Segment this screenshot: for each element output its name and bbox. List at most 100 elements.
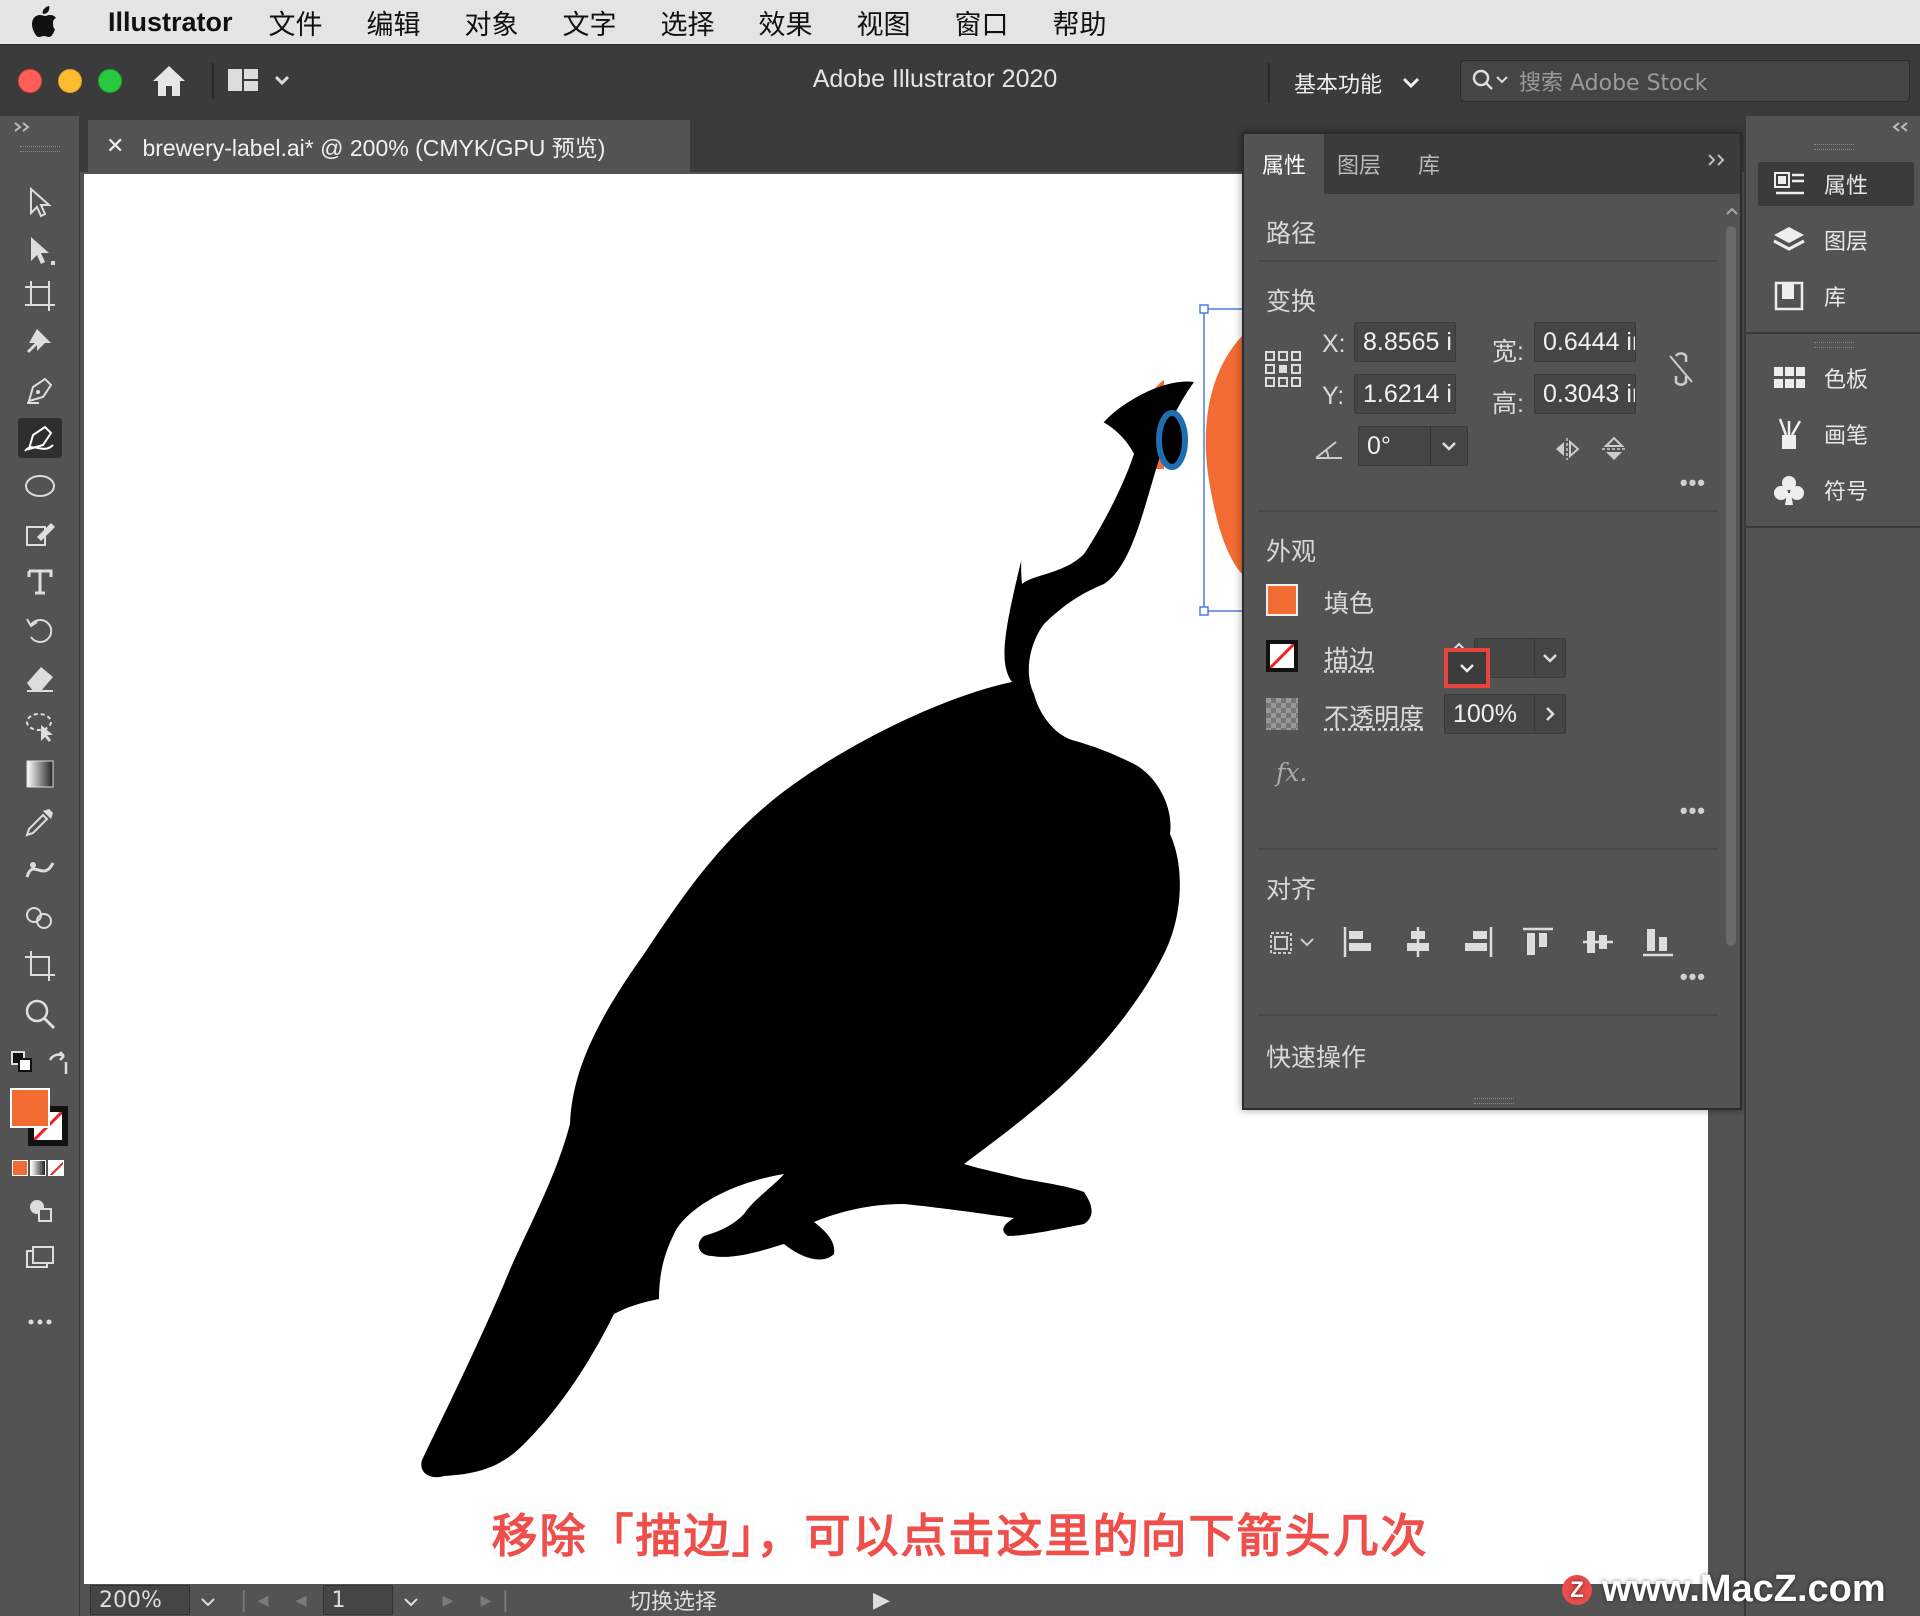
pen-tool[interactable] xyxy=(18,370,62,410)
menu-select[interactable]: 选择 xyxy=(661,3,715,42)
swap-colors-icon[interactable] xyxy=(46,1050,72,1076)
workspace-switcher[interactable]: 基本功能 xyxy=(1268,63,1442,103)
align-to-dropdown[interactable] xyxy=(1264,922,1322,962)
rotate-tool[interactable] xyxy=(18,610,62,650)
eraser-tool[interactable] xyxy=(18,658,62,698)
align-top-button[interactable] xyxy=(1518,922,1558,962)
align-more-options[interactable]: ••• xyxy=(1680,964,1706,990)
dock-brushes[interactable]: 画笔 xyxy=(1758,412,1914,456)
color-mode-icon[interactable] xyxy=(12,1160,28,1176)
menu-view[interactable]: 视图 xyxy=(857,3,911,42)
artboard-dropdown[interactable] xyxy=(393,1588,429,1613)
opacity-label[interactable]: 不透明度 xyxy=(1324,698,1424,734)
fill-swatch[interactable] xyxy=(1266,584,1298,616)
search-input[interactable]: 搜索 Adobe Stock xyxy=(1519,65,1707,97)
screen-mode-button[interactable] xyxy=(18,1238,62,1278)
stroke-swatch[interactable] xyxy=(1266,640,1298,672)
dock-libraries[interactable]: 库 xyxy=(1758,274,1914,318)
reference-point-icon[interactable] xyxy=(1264,350,1302,388)
align-bottom-button[interactable] xyxy=(1638,922,1678,962)
apple-icon[interactable] xyxy=(30,6,84,38)
zoom-level-field[interactable]: 200% xyxy=(90,1585,190,1615)
free-transform-tool[interactable] xyxy=(18,706,62,746)
artboard-tool[interactable] xyxy=(18,276,62,316)
fill-label[interactable]: 填色 xyxy=(1324,584,1374,620)
constrain-proportions-icon[interactable] xyxy=(1666,352,1696,386)
adobe-stock-search[interactable]: 搜索 Adobe Stock xyxy=(1460,60,1910,102)
tab-layers[interactable]: 图层 xyxy=(1324,134,1394,194)
align-vertical-center-button[interactable] xyxy=(1578,922,1618,962)
fill-color-swatch[interactable] xyxy=(10,1088,50,1128)
puppet-warp-tool[interactable] xyxy=(18,322,62,362)
opacity-slider-button[interactable] xyxy=(1534,694,1566,734)
eyedropper-tool[interactable] xyxy=(18,802,62,842)
status-menu-icon[interactable]: ▶ xyxy=(873,1588,890,1613)
flip-vertical-icon[interactable] xyxy=(1600,434,1628,464)
dock-grip[interactable] xyxy=(1814,342,1854,348)
none-mode-icon[interactable] xyxy=(48,1160,64,1176)
ellipse-tool[interactable] xyxy=(18,466,62,506)
first-artboard-icon[interactable]: |◂ ◂ xyxy=(240,1588,317,1613)
y-position-field[interactable]: 1.6214 i xyxy=(1354,374,1456,414)
menu-edit[interactable]: 编辑 xyxy=(367,3,421,42)
expand-panel-icon[interactable] xyxy=(12,120,32,134)
zoom-dropdown[interactable] xyxy=(190,1588,226,1613)
scroll-up-icon[interactable] xyxy=(1724,204,1740,218)
dock-layers[interactable]: 图层 xyxy=(1758,218,1914,262)
menu-window[interactable]: 窗口 xyxy=(955,3,1009,42)
scrollbar-thumb[interactable] xyxy=(1726,226,1736,946)
menu-object[interactable]: 对象 xyxy=(465,3,519,42)
panel-resize-grip[interactable] xyxy=(1474,1098,1514,1104)
transform-more-options[interactable]: ••• xyxy=(1680,470,1706,496)
collapse-dock-icon[interactable] xyxy=(1890,120,1910,134)
stroke-label[interactable]: 描边 xyxy=(1324,640,1374,676)
close-tab-icon[interactable]: ✕ xyxy=(106,133,124,159)
align-left-button[interactable] xyxy=(1338,922,1378,962)
tab-properties[interactable]: 属性 xyxy=(1244,134,1324,194)
gradient-tool[interactable] xyxy=(18,754,62,794)
menu-file[interactable]: 文件 xyxy=(269,3,323,42)
artboard-number-field[interactable]: 1 xyxy=(322,1585,393,1615)
blend-tool[interactable] xyxy=(18,850,62,890)
zoom-tool[interactable] xyxy=(18,994,62,1034)
default-colors-icon[interactable] xyxy=(10,1050,34,1074)
flip-horizontal-icon[interactable] xyxy=(1552,436,1582,462)
curvature-tool[interactable] xyxy=(18,418,62,458)
align-right-button[interactable] xyxy=(1458,922,1498,962)
next-artboard-icon[interactable]: ▸ ▸| xyxy=(443,1588,520,1613)
height-field[interactable]: 0.3043 ir xyxy=(1534,374,1636,414)
dock-swatches[interactable]: 色板 xyxy=(1758,356,1914,400)
rotation-angle-dropdown[interactable] xyxy=(1430,426,1468,466)
bird-eye[interactable] xyxy=(1156,410,1188,470)
shaper-tool[interactable] xyxy=(18,514,62,554)
tab-libraries[interactable]: 库 xyxy=(1394,134,1464,194)
align-horizontal-center-button[interactable] xyxy=(1398,922,1438,962)
panel-scrollbar[interactable] xyxy=(1722,196,1738,1096)
stroke-weight-stepper-down[interactable] xyxy=(1444,648,1490,688)
menu-effect[interactable]: 效果 xyxy=(759,3,813,42)
menu-type[interactable]: 文字 xyxy=(563,3,617,42)
crop-tool[interactable] xyxy=(18,946,62,986)
stroke-weight-dropdown[interactable] xyxy=(1534,638,1566,678)
x-position-field[interactable]: 8.8565 i xyxy=(1354,322,1456,362)
dock-symbols[interactable]: 符号 xyxy=(1758,468,1914,512)
beak-shape-selected[interactable] xyxy=(1205,334,1244,574)
direct-selection-tool[interactable] xyxy=(18,230,62,270)
dock-grip[interactable] xyxy=(1814,144,1854,150)
symbol-sprayer-tool[interactable] xyxy=(18,898,62,938)
app-menu[interactable]: Illustrator xyxy=(108,7,233,38)
collapse-panel-icon[interactable] xyxy=(1706,152,1728,168)
appearance-more-options[interactable]: ••• xyxy=(1680,798,1706,824)
selection-tool[interactable] xyxy=(18,182,62,222)
toolbar-grip[interactable] xyxy=(20,146,60,152)
type-tool[interactable] xyxy=(18,562,62,602)
document-tab[interactable]: ✕ brewery-label.ai* @ 200% (CMYK/GPU 预览) xyxy=(88,120,690,172)
edit-toolbar-button[interactable] xyxy=(18,1302,62,1342)
draw-mode-button[interactable] xyxy=(18,1190,62,1230)
width-field[interactable]: 0.6444 ir xyxy=(1534,322,1636,362)
dock-properties[interactable]: 属性 xyxy=(1758,162,1914,206)
menu-help[interactable]: 帮助 xyxy=(1053,3,1107,42)
fx-effects-button[interactable]: fx. xyxy=(1276,758,1307,787)
gradient-mode-icon[interactable] xyxy=(30,1160,46,1176)
color-mode-buttons[interactable] xyxy=(12,1160,68,1180)
